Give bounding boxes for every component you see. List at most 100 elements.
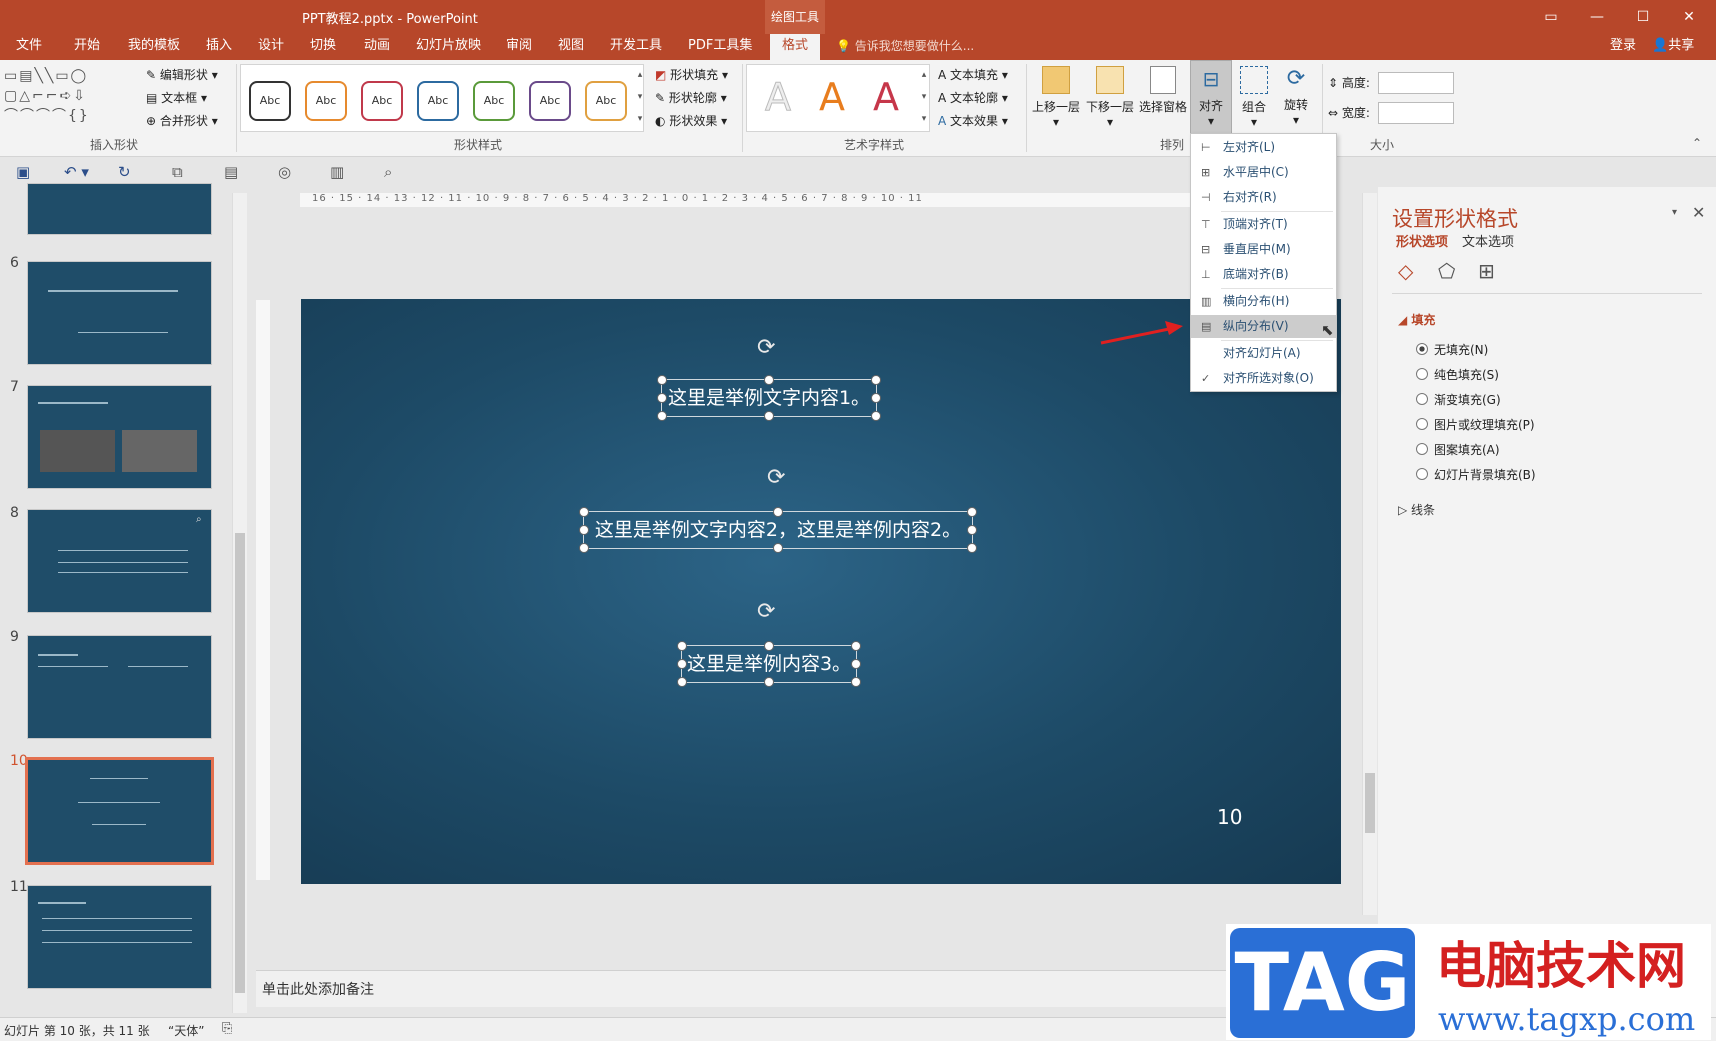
text-fill-button[interactable]: A 文本填充 ▾ (938, 66, 1008, 83)
resize-handle[interactable] (967, 543, 977, 553)
scrollbar-thumb[interactable] (1365, 773, 1375, 833)
shape-style-6[interactable]: Abc (529, 81, 571, 121)
rotate-handle-icon[interactable]: ⟳ (767, 465, 785, 490)
notes-pane[interactable]: 单击此处添加备注 (256, 970, 1226, 1007)
rotate-handle-icon[interactable]: ⟳ (757, 335, 775, 360)
fill-option-slide-background[interactable]: 幻灯片背景填充(B) (1416, 466, 1536, 483)
shape-style-3[interactable]: Abc (361, 81, 403, 121)
resize-handle[interactable] (764, 677, 774, 687)
scrollbar-thumb[interactable] (235, 533, 245, 993)
shape-style-1[interactable]: Abc (249, 81, 291, 121)
pentagon-effects-icon[interactable]: ⬠ (1438, 259, 1455, 283)
preview-icon[interactable]: ⌕ (384, 163, 392, 181)
editor-scrollbar[interactable] (1362, 193, 1377, 915)
resize-handle[interactable] (773, 543, 783, 553)
size-properties-icon[interactable]: ⊞ (1478, 259, 1495, 283)
text-effects-button[interactable]: A 文本效果 ▾ (938, 112, 1008, 129)
shape-fill-button[interactable]: ◩ 形状填充 ▾ (655, 66, 728, 83)
tab-animations[interactable]: 动画 (362, 34, 392, 60)
menu-distribute-horizontally[interactable]: ▥ 横向分布(H) (1191, 290, 1336, 313)
resize-handle[interactable] (871, 375, 881, 385)
shape-outline-button[interactable]: ✎ 形状轮廓 ▾ (655, 89, 727, 106)
resize-handle[interactable] (967, 525, 977, 535)
menu-align-center[interactable]: ⊞ 水平居中(C) (1191, 161, 1336, 184)
resize-handle[interactable] (871, 411, 881, 421)
tab-view[interactable]: 视图 (556, 34, 586, 60)
wordart-style-2[interactable]: A (819, 75, 845, 119)
spellcheck-icon[interactable]: ⎘ (222, 1021, 232, 1036)
wordart-style-3[interactable]: A (873, 75, 899, 119)
width-input[interactable] (1378, 102, 1454, 124)
slide-thumbnail-5[interactable] (27, 183, 212, 235)
bring-forward-button[interactable]: 上移一层 ▾ (1030, 64, 1082, 129)
tab-transitions[interactable]: 切换 (308, 34, 338, 60)
tab-pdf-tools[interactable]: PDF工具集 (686, 34, 754, 60)
resize-handle[interactable] (657, 393, 667, 403)
textbox-icon[interactable]: ▤ (224, 163, 238, 181)
fill-line-icon[interactable]: ◇ (1398, 259, 1413, 283)
wordart-style-1[interactable]: A (765, 75, 792, 120)
menu-distribute-vertically[interactable]: ▤ 纵向分布(V) ⬉ (1191, 315, 1336, 339)
resize-handle[interactable] (579, 543, 589, 553)
tab-shape-options[interactable]: 形状选项 (1396, 231, 1448, 250)
tab-review[interactable]: 审阅 (504, 34, 534, 60)
slide-thumbnail-11[interactable] (27, 885, 212, 989)
resize-handle[interactable] (677, 677, 687, 687)
minimize-button[interactable]: — (1574, 0, 1620, 34)
resize-handle[interactable] (967, 507, 977, 517)
pane-options-icon[interactable]: ▾ (1672, 207, 1677, 218)
thumbnails-scrollbar[interactable] (232, 193, 247, 1013)
text-box-button[interactable]: ▤ 文本框 ▾ (146, 89, 207, 106)
align-button[interactable]: ⊟ 对齐 ▾ (1190, 60, 1232, 134)
shapes-gallery[interactable]: ▭▤╲╲▭◯ ▢△⌐⌐➪⇩ ⌒⌒⌒⌒{} (4, 66, 134, 128)
menu-align-bottom[interactable]: ⊥ 底端对齐(B) (1191, 263, 1336, 286)
shape-effects-button[interactable]: ◐ 形状效果 ▾ (655, 112, 727, 129)
rotate-handle-icon[interactable]: ⟳ (757, 599, 775, 624)
text-outline-button[interactable]: A 文本轮廓 ▾ (938, 89, 1008, 106)
slide-thumbnail-6[interactable] (27, 261, 212, 365)
menu-align-to-slide[interactable]: 对齐幻灯片(A) (1191, 342, 1336, 365)
group-button[interactable]: 组合 ▾ (1236, 64, 1272, 129)
tell-me-search[interactable]: 💡 告诉我您想要做什么... (836, 34, 974, 60)
shape-style-4[interactable]: Abc (417, 81, 459, 121)
present-icon[interactable]: ◎ (278, 163, 291, 181)
share-button[interactable]: 👤共享 (1650, 34, 1696, 60)
send-backward-button[interactable]: 下移一层 ▾ (1084, 64, 1136, 129)
fill-option-pattern[interactable]: 图案填充(A) (1416, 441, 1500, 458)
tab-design[interactable]: 设计 (256, 34, 286, 60)
resize-handle[interactable] (579, 507, 589, 517)
slide-thumbnail-9[interactable] (27, 635, 212, 739)
resize-handle[interactable] (657, 411, 667, 421)
selection-pane-button[interactable]: 选择窗格 (1136, 64, 1190, 115)
slide-thumbnail-7[interactable] (27, 385, 212, 489)
tab-developer[interactable]: 开发工具 (608, 34, 664, 60)
edit-shape-button[interactable]: ✎ 编辑形状 ▾ (146, 66, 218, 83)
menu-align-top[interactable]: ⊤ 顶端对齐(T) (1191, 213, 1336, 236)
tab-file[interactable]: 文件 (14, 34, 44, 60)
resize-handle[interactable] (764, 411, 774, 421)
resize-handle[interactable] (579, 525, 589, 535)
height-input[interactable] (1378, 72, 1454, 94)
resize-handle[interactable] (851, 677, 861, 687)
resize-handle[interactable] (851, 641, 861, 651)
resize-handle[interactable] (764, 641, 774, 651)
resize-handle[interactable] (677, 641, 687, 651)
tab-my-templates[interactable]: 我的模板 (126, 34, 182, 60)
resize-handle[interactable] (657, 375, 667, 385)
gallery-scroll[interactable]: ▴ ▾ ▾ (634, 64, 646, 130)
menu-align-left[interactable]: ⊢ 左对齐(L) (1191, 136, 1336, 159)
slideshow-icon[interactable]: ▥ (330, 163, 344, 181)
fill-option-solid[interactable]: 纯色填充(S) (1416, 366, 1499, 383)
wordart-gallery-scroll[interactable]: ▴ ▾ ▾ (918, 64, 930, 130)
shape-style-2[interactable]: Abc (305, 81, 347, 121)
fill-option-none[interactable]: 无填充(N) (1416, 341, 1488, 358)
maximize-button[interactable]: ☐ (1620, 0, 1666, 34)
pane-close-icon[interactable]: ✕ (1692, 203, 1705, 222)
slide-thumbnail-10[interactable] (25, 757, 214, 865)
merge-shapes-button[interactable]: ⊕ 合并形状 ▾ (146, 112, 218, 129)
save-icon[interactable]: ▣ (16, 163, 30, 181)
menu-align-selected-objects[interactable]: ✓ 对齐所选对象(O) (1191, 367, 1336, 390)
menu-align-right[interactable]: ⊣ 右对齐(R) (1191, 186, 1336, 209)
menu-align-middle[interactable]: ⊟ 垂直居中(M) (1191, 238, 1336, 261)
redo-icon[interactable]: ↻ (118, 163, 131, 181)
